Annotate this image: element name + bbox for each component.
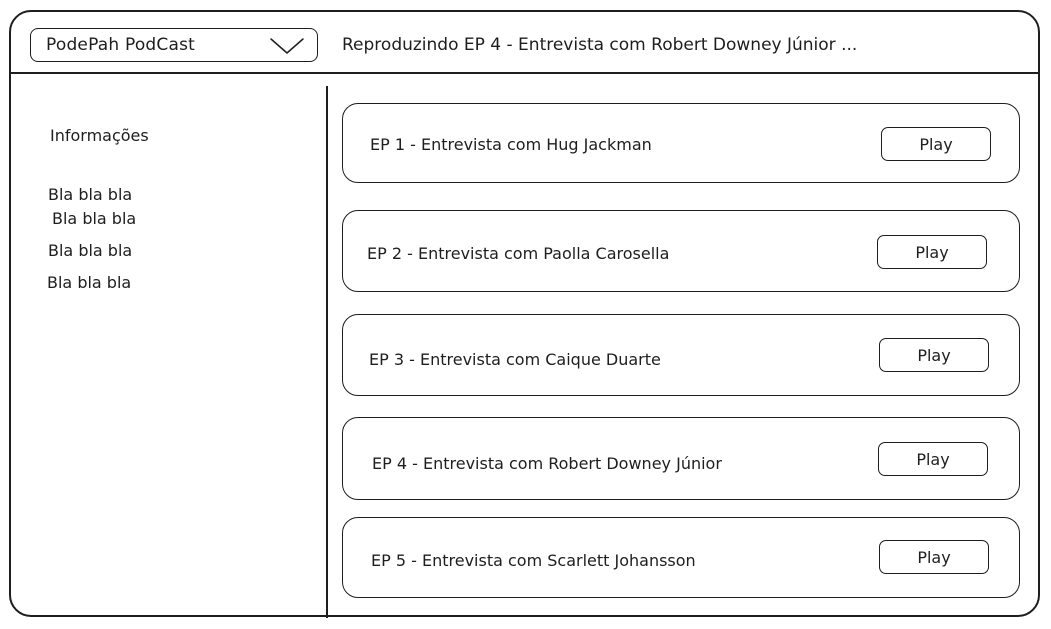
episode-card-5: EP 5 - Entrevista com Scarlett Johansson… — [342, 517, 1020, 598]
sidebar-title: Informações — [50, 126, 149, 145]
play-button-ep-2[interactable]: Play — [877, 235, 987, 269]
now-playing-text: Reproduzindo EP 4 - Entrevista com Rober… — [342, 35, 858, 55]
podcast-select[interactable]: PodePah PodCast — [30, 28, 318, 62]
sidebar-info-line: Bla bla bla — [52, 209, 137, 228]
play-button-ep-3[interactable]: Play — [879, 338, 989, 372]
episode-card-2: EP 2 - Entrevista com Paolla Carosella P… — [342, 210, 1020, 292]
chevron-down-icon[interactable] — [269, 35, 305, 57]
sidebar-divider — [326, 86, 328, 618]
episode-card-4: EP 4 - Entrevista com Robert Downey Júni… — [342, 417, 1020, 500]
podcast-select-value: PodePah PodCast — [46, 35, 196, 55]
episode-title: EP 4 - Entrevista com Robert Downey Júni… — [372, 454, 722, 473]
play-button-ep-5[interactable]: Play — [879, 540, 989, 574]
episode-card-1: EP 1 - Entrevista com Hug Jackman Play — [342, 103, 1020, 183]
episode-title: EP 5 - Entrevista com Scarlett Johansson — [371, 551, 696, 570]
episode-title: EP 2 - Entrevista com Paolla Carosella — [367, 244, 670, 263]
episode-title: EP 3 - Entrevista com Caique Duarte — [369, 350, 661, 369]
sidebar-info-line: Bla bla bla — [48, 241, 133, 260]
play-button-ep-4[interactable]: Play — [878, 442, 988, 476]
play-button-ep-1[interactable]: Play — [881, 127, 991, 161]
episode-card-3: EP 3 - Entrevista com Caique Duarte Play — [342, 314, 1020, 396]
header-divider — [9, 72, 1040, 74]
sidebar-info-line: Bla bla bla — [47, 273, 132, 292]
sidebar-info-line: Bla bla bla — [48, 185, 133, 204]
episode-title: EP 1 - Entrevista com Hug Jackman — [370, 135, 652, 154]
